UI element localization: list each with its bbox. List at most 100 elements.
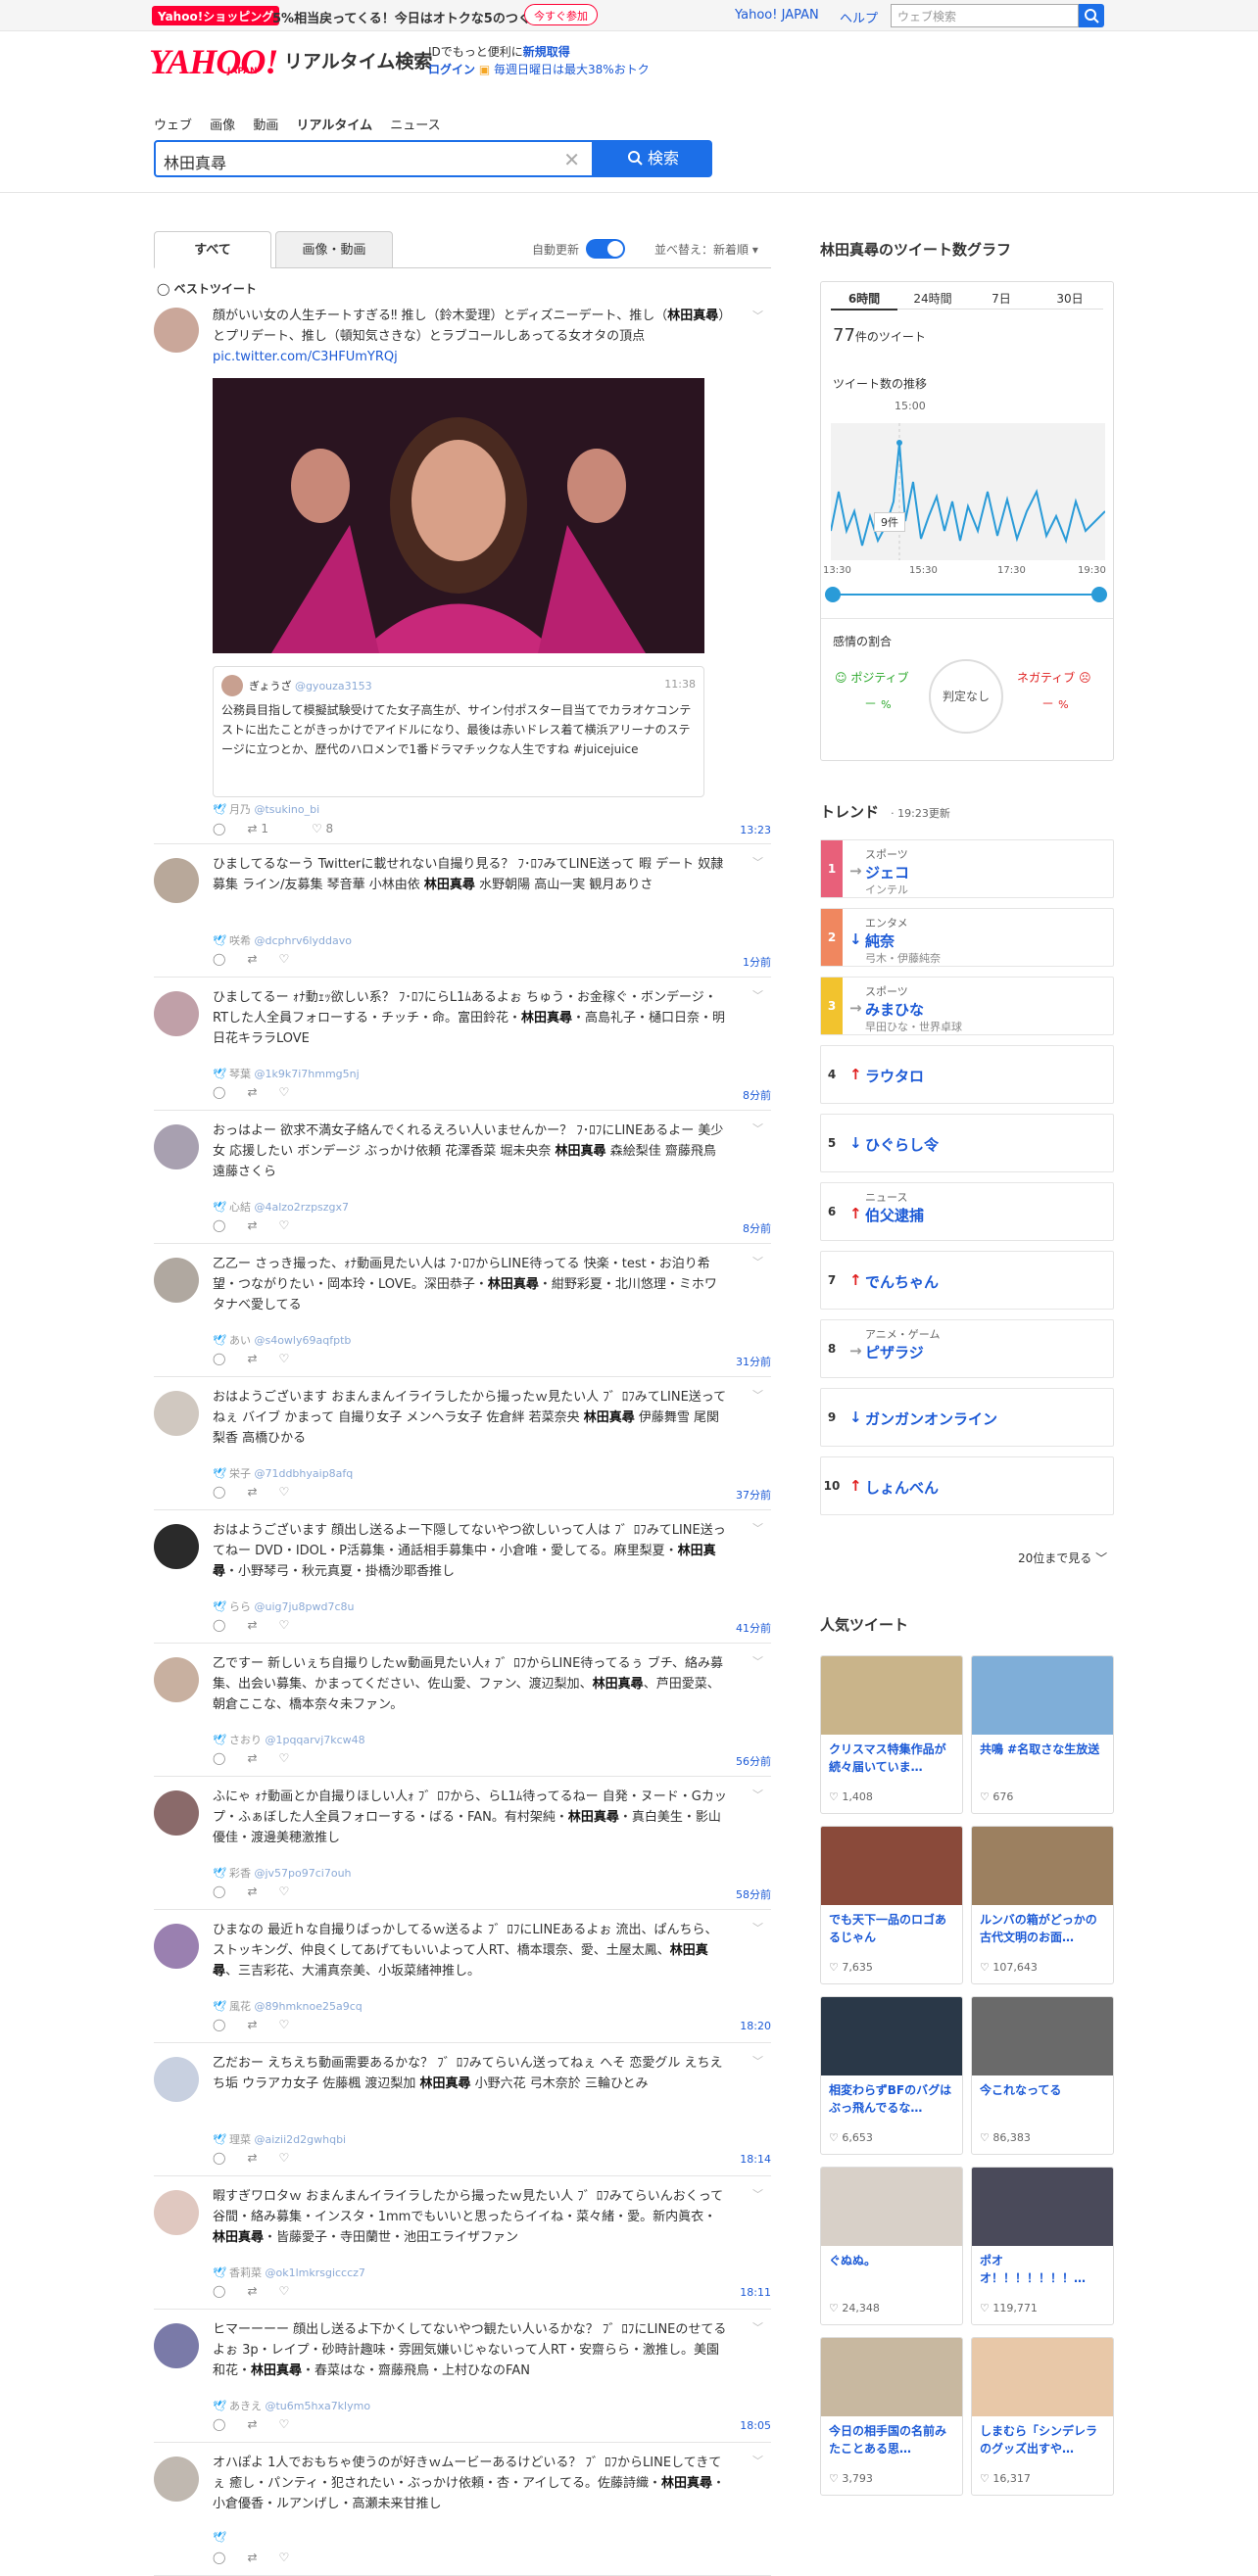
avatar[interactable] — [154, 991, 199, 1036]
retweet-icon[interactable]: ⇄ — [247, 2284, 257, 2298]
login-promo-link[interactable]: 毎週日曜日は最大38%おトク — [494, 63, 650, 76]
avatar[interactable] — [154, 1391, 199, 1436]
tweet-user[interactable]: 🕊 咲希 @dcphrv6lyddavo — [213, 932, 352, 948]
tweet-time[interactable]: 18:11 — [740, 2286, 771, 2299]
web-search-input[interactable]: ウェブ検索 — [891, 4, 1079, 27]
retweet-icon[interactable]: ⇄ — [247, 1085, 257, 1099]
avatar[interactable] — [154, 1790, 199, 1836]
trend-item[interactable]: 7 ↑ でんちゃん — [820, 1251, 1114, 1310]
tweet-time[interactable]: 13:23 — [740, 824, 771, 836]
tweet-user[interactable]: 🕊 理菜 @aizii2d2gwhqbi — [213, 2131, 346, 2147]
popular-tweet-card[interactable]: ルンバの箱がどっかの古代文明のお面… ♡ 107,643 — [971, 1826, 1114, 1984]
clear-icon[interactable]: ✕ — [563, 148, 580, 171]
avatar[interactable] — [154, 1124, 199, 1169]
yahoo-japan-link[interactable]: Yahoo! JAPAN — [735, 8, 819, 23]
retweet-icon[interactable]: ⇄ — [247, 2018, 257, 2031]
help-link[interactable]: ヘルプ — [840, 8, 878, 26]
trend-word[interactable]: しょんべん — [865, 1477, 939, 1498]
trend-item[interactable]: 9 ↓ ガンガンオンライン — [820, 1388, 1114, 1447]
tweet-user[interactable]: 🕊 香莉菜 @ok1lmkrsgicccz7 — [213, 2265, 365, 2280]
tab-media[interactable]: 画像・動画 — [275, 231, 393, 268]
popular-tweet-card[interactable]: ポオオ！！！！！！！… ♡ 119,771 — [971, 2167, 1114, 2325]
reply-icon[interactable]: ◯ — [213, 2018, 225, 2031]
tweet-user[interactable]: 🕊 風花 @89hmknoe25a9cq — [213, 1998, 363, 2014]
graph-tab-30d[interactable]: 30日 — [1037, 290, 1103, 307]
chevron-down-icon[interactable]: ﹀ — [752, 2319, 763, 2335]
trend-item[interactable]: 10 ↑ しょんべん — [820, 1456, 1114, 1515]
sort-select[interactable]: 並べ替え：新着順 ▾ — [654, 241, 758, 258]
like-icon[interactable]: ♡ — [279, 952, 290, 966]
trend-item[interactable]: 3 → スポーツ みまひな 早田ひな・世界卓球 — [820, 977, 1114, 1035]
tweet-time[interactable]: 56分前 — [736, 1753, 771, 1769]
trend-word[interactable]: でんちゃん — [865, 1271, 939, 1292]
tweet-time[interactable]: 18:05 — [740, 2419, 771, 2432]
retweet-icon[interactable]: ⇄ — [247, 952, 257, 966]
tweet-user[interactable]: 🕊 らら @uig7ju8pwd7c8u — [213, 1598, 354, 1614]
avatar[interactable] — [154, 1657, 199, 1702]
tweet-user[interactable]: 🕊 あい @s4owly69aqfptb — [213, 1332, 351, 1348]
tweet-time[interactable]: 8分前 — [743, 1087, 771, 1103]
tweet-user[interactable]: 🕊 心結 @4alzo2rzpszgx7 — [213, 1199, 349, 1215]
trend-more-link[interactable]: 20位まで見る ﹀ — [1018, 1550, 1107, 1566]
reply-icon[interactable]: ◯ — [213, 822, 225, 835]
chevron-down-icon[interactable]: ﹀ — [752, 308, 763, 323]
tweet-user[interactable]: 🕊 月乃 @tsukino_bi — [213, 801, 319, 817]
retweet-icon[interactable]: ⇄ — [247, 1218, 257, 1232]
retweet-icon[interactable]: ⇄ — [247, 2151, 257, 2165]
chevron-down-icon[interactable]: ﹀ — [752, 2186, 763, 2202]
trend-word[interactable]: みまひな — [865, 999, 924, 1020]
tweet-user[interactable]: 🕊 栄子 @71ddbhyaip8afq — [213, 1465, 353, 1481]
tweet-link[interactable]: pic.twitter.com/C3HFUmYRQj — [213, 350, 398, 364]
like-icon[interactable]: ♡ — [279, 1085, 290, 1099]
range-handle-right[interactable] — [1091, 587, 1107, 602]
trend-item[interactable]: 1 → スポーツ ジェコ インテル — [820, 839, 1114, 898]
avatar[interactable] — [154, 1258, 199, 1303]
chevron-down-icon[interactable]: ﹀ — [752, 2453, 763, 2468]
tweet-time[interactable]: 8分前 — [743, 1220, 771, 1236]
nav-images[interactable]: 画像 — [210, 119, 235, 133]
tweet-user[interactable]: 🕊 彩香 @jv57po97ci7ouh — [213, 1865, 352, 1881]
avatar[interactable] — [154, 858, 199, 903]
popular-tweet-card[interactable]: 共鳴 #名取さな生放送 ♡ 676 — [971, 1655, 1114, 1814]
nav-news[interactable]: ニュース — [390, 119, 440, 133]
trend-item[interactable]: 2 ↓ エンタメ 純奈 弓木・伊藤純奈 — [820, 908, 1114, 967]
chevron-down-icon[interactable]: ﹀ — [752, 1387, 763, 1403]
like-icon[interactable]: ♡ — [279, 1485, 290, 1499]
retweet-icon[interactable]: ⇄ — [247, 1618, 257, 1632]
yahoo-logo[interactable]: YAHOO! — [149, 41, 278, 82]
retweet-icon[interactable]: ⇄ — [247, 2551, 257, 2564]
reply-icon[interactable]: ◯ — [213, 1485, 225, 1499]
chevron-down-icon[interactable]: ﹀ — [752, 2053, 763, 2069]
like-icon[interactable]: ♡ — [279, 1618, 290, 1632]
reply-icon[interactable]: ◯ — [213, 1085, 225, 1099]
popular-tweet-card[interactable]: しまむら「シンデレラのグッズ出すや… ♡ 16,317 — [971, 2337, 1114, 2496]
like-icon[interactable]: ♡ — [279, 2551, 290, 2564]
trend-word[interactable]: ピザラジ — [865, 1342, 924, 1362]
trend-word[interactable]: 伯父逮捕 — [865, 1205, 924, 1225]
trend-word[interactable]: 純奈 — [865, 930, 895, 951]
tweet-time[interactable]: 37分前 — [736, 1487, 771, 1503]
retweet-icon[interactable]: ⇄ — [247, 1485, 257, 1499]
chevron-down-icon[interactable]: ﹀ — [752, 1920, 763, 1935]
service-title[interactable]: リアルタイム検索 — [284, 47, 432, 73]
graph-tab-6h[interactable]: 6時間 — [831, 290, 897, 310]
reply-icon[interactable]: ◯ — [213, 2551, 225, 2564]
tweet-user[interactable]: 🕊 さおり @1pqqarvj7kcw48 — [213, 1732, 365, 1747]
reply-icon[interactable]: ◯ — [213, 1218, 225, 1232]
tweet-time[interactable]: 18:20 — [740, 2020, 771, 2032]
popular-tweet-card[interactable]: 相変わらずBFのバグはぶっ飛んでるな… ♡ 6,653 — [820, 1996, 963, 2155]
trend-word[interactable]: ひぐらし令 — [865, 1134, 939, 1155]
tweet-time[interactable]: 18:14 — [740, 2153, 771, 2166]
chevron-down-icon[interactable]: ﹀ — [752, 987, 763, 1003]
web-search-button[interactable] — [1079, 4, 1104, 27]
like-icon[interactable]: ♡ — [279, 1218, 290, 1232]
retweet-icon[interactable]: ⇄ — [247, 1884, 257, 1898]
quoted-tweet[interactable]: ぎょうざ @gyouza3153 11:38 公務員目指して模擬試験受けてた女子… — [213, 666, 704, 797]
trend-word[interactable]: ガンガンオンライン — [865, 1408, 997, 1429]
chevron-down-icon[interactable]: ﹀ — [752, 1520, 763, 1536]
chevron-down-icon[interactable]: ﹀ — [752, 1787, 763, 1802]
tweet-user[interactable]: 🕊 あきえ @tu6m5hxa7klymo — [213, 2398, 370, 2413]
like-icon[interactable]: ♡ — [279, 1884, 290, 1898]
tweet-time[interactable]: 1分前 — [743, 954, 771, 970]
range-handle-left[interactable] — [825, 587, 841, 602]
